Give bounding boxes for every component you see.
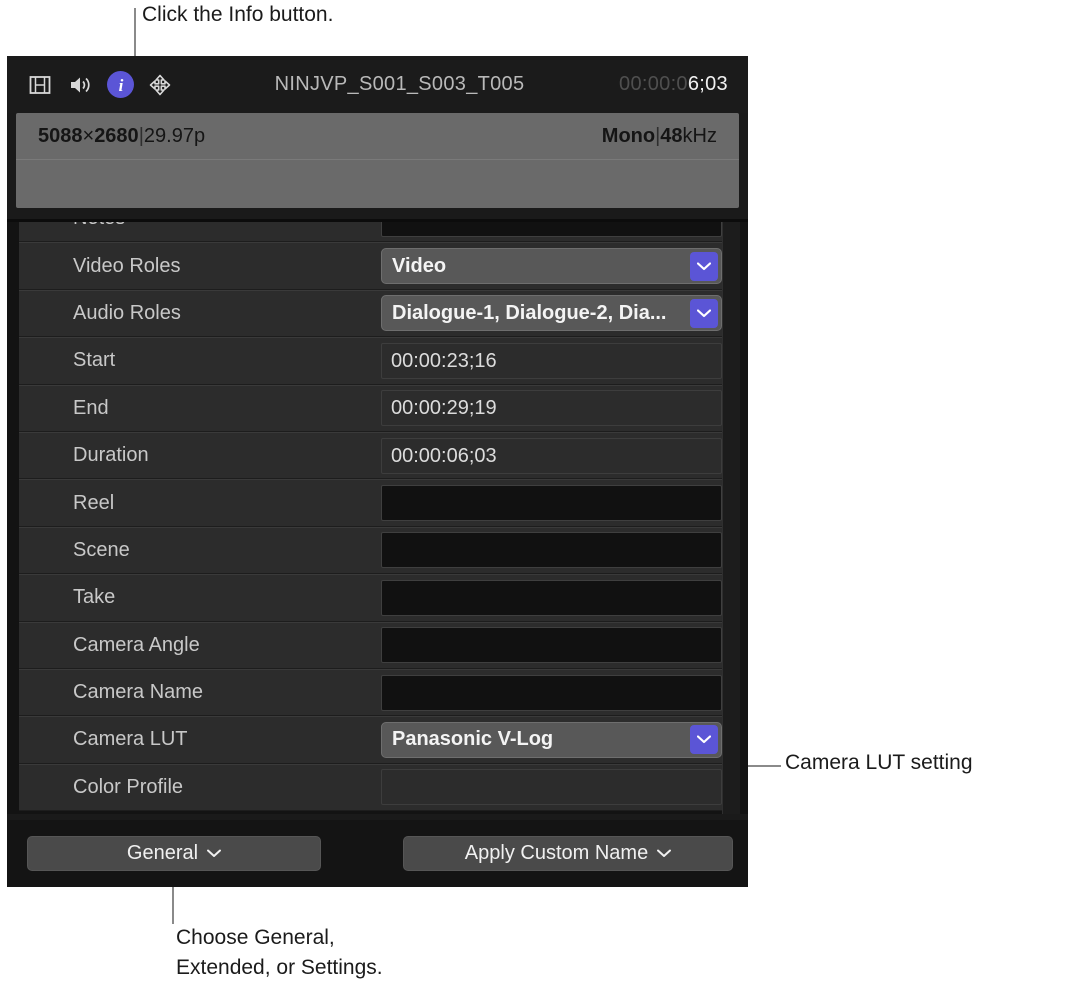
chevron-down-icon[interactable] xyxy=(690,298,718,328)
property-row: Camera Name xyxy=(19,668,726,717)
property-label: Reel xyxy=(73,491,115,514)
property-row: Notes xyxy=(19,219,726,243)
apply-custom-name-label: Apply Custom Name xyxy=(464,842,649,864)
inspector-header-bar: i NINJVP_S001_S003_T005 00:00:06;03 xyxy=(7,56,748,113)
property-value-cell: Dialogue-1, Dialogue-2, Dia... xyxy=(381,295,722,332)
text-input-take[interactable] xyxy=(381,579,722,616)
property-label: Duration xyxy=(73,444,149,467)
callout-top-text: Click the Info button. xyxy=(142,3,334,26)
property-value-cell xyxy=(381,532,722,569)
property-label: End xyxy=(73,396,109,419)
property-row: Video Roles Video xyxy=(19,242,726,290)
callout-right-text: Camera LUT setting xyxy=(785,751,973,774)
property-value-cell: 00:00:29;19 xyxy=(381,390,722,427)
property-label: Video Roles xyxy=(73,254,181,277)
chevron-down-icon xyxy=(207,849,222,858)
property-value-cell: 00:00:06;03 xyxy=(381,437,722,474)
apply-custom-name-button[interactable]: Apply Custom Name xyxy=(403,836,733,871)
property-value-cell: 00:00:23;16 xyxy=(381,342,722,379)
film-strip-icon[interactable] xyxy=(25,70,55,100)
popup-menu-video-roles[interactable]: Video xyxy=(381,248,722,285)
chevron-down-icon[interactable] xyxy=(690,251,718,281)
popup-menu-audio-roles[interactable]: Dialogue-1, Dialogue-2, Dia... xyxy=(381,295,722,332)
property-value-cell xyxy=(381,769,722,806)
property-row: Camera LUT Panasonic V-Log xyxy=(19,716,726,764)
speaker-icon[interactable] xyxy=(66,70,96,100)
property-value-cell xyxy=(381,485,722,522)
chevron-down-icon xyxy=(657,849,672,858)
video-format-summary: 5088×2680|29.97p xyxy=(38,125,205,148)
property-row: Reel xyxy=(19,479,726,527)
property-row: Duration 00:00:06;03 xyxy=(19,431,726,480)
video-framerate: 29.97p xyxy=(143,124,206,147)
property-value-cell xyxy=(381,579,722,616)
property-row: Take xyxy=(19,574,726,622)
audio-rate-unit: kHz xyxy=(682,124,717,147)
property-value-cell: Video xyxy=(381,248,722,285)
info-inspector-window: i NINJVP_S001_S003_T005 00:00:06;03 5088… xyxy=(7,56,748,887)
text-input-scene[interactable] xyxy=(381,532,722,569)
chevron-down-icon[interactable] xyxy=(690,725,718,755)
popup-menu-value: Video xyxy=(392,254,447,277)
popup-menu-value: Dialogue-1, Dialogue-2, Dia... xyxy=(392,301,667,324)
video-height: 2680 xyxy=(94,124,139,147)
timecode-display: 00:00:06;03 xyxy=(619,73,728,96)
info-icon[interactable]: i xyxy=(107,71,134,98)
property-row: Camera Angle xyxy=(19,621,726,669)
media-format-empty-row xyxy=(16,160,739,207)
media-format-panel: 5088×2680|29.97p Mono|48kHz xyxy=(16,113,739,208)
general-button-label: General xyxy=(126,842,199,864)
property-row: Color Profile xyxy=(19,763,726,812)
timecode-bright-part: 6;03 xyxy=(687,73,728,95)
timecode-dim-part: 00:00:0 xyxy=(619,73,688,95)
property-value-cell xyxy=(381,674,722,711)
callout-bottom-text: Choose General, Extended, or Settings. xyxy=(176,926,383,979)
property-label: Audio Roles xyxy=(73,301,181,324)
property-row: Scene xyxy=(19,526,726,575)
video-width: 5088 xyxy=(38,124,83,147)
value-start[interactable]: 00:00:23;16 xyxy=(381,342,722,379)
value-color-profile[interactable] xyxy=(381,769,722,806)
property-row: Start 00:00:23;16 xyxy=(19,337,726,385)
audio-rate-number: 48 xyxy=(660,124,683,147)
property-label: Camera Name xyxy=(73,681,204,704)
inspector-bottom-toolbar: General Apply Custom Name xyxy=(7,820,748,887)
general-popup-button[interactable]: General xyxy=(27,836,321,871)
property-row: Audio Roles Dialogue-1, Dialogue-2, Dia..… xyxy=(19,289,726,338)
property-label: Camera Angle xyxy=(73,633,200,656)
property-label: Camera LUT xyxy=(73,728,188,751)
properties-list: Notes Video Roles Video Audio Roles Dialogue… xyxy=(19,219,726,812)
property-label: Take xyxy=(73,586,116,609)
property-label: Scene xyxy=(73,538,130,561)
vertical-scrollbar[interactable] xyxy=(722,219,740,814)
text-input-reel[interactable] xyxy=(381,485,722,522)
popup-menu-value: Panasonic V-Log xyxy=(392,728,554,751)
property-row: End 00:00:29;19 xyxy=(19,384,726,432)
media-format-row: 5088×2680|29.97p Mono|48kHz xyxy=(16,113,739,160)
property-value-cell: Panasonic V-Log xyxy=(381,721,722,758)
property-value-cell xyxy=(381,627,722,664)
property-label: Start xyxy=(73,349,116,372)
times-symbol: × xyxy=(82,124,95,147)
scroll-top-shadow xyxy=(7,219,748,222)
svg-text:i: i xyxy=(118,76,123,95)
value-duration[interactable]: 00:00:06;03 xyxy=(381,437,722,474)
audio-channels: Mono xyxy=(601,124,656,147)
text-input-camera-angle[interactable] xyxy=(381,627,722,664)
properties-scroll-region[interactable]: Notes Video Roles Video Audio Roles Dialogue… xyxy=(7,219,748,814)
callout-leader-line-bottom xyxy=(172,884,174,924)
value-end[interactable]: 00:00:29;19 xyxy=(381,390,722,427)
text-input-camera-name[interactable] xyxy=(381,674,722,711)
popup-menu-camera-lut[interactable]: Panasonic V-Log xyxy=(381,721,722,758)
property-label: Color Profile xyxy=(73,775,184,798)
audio-format-summary: Mono|48kHz xyxy=(602,125,717,148)
share-icon[interactable] xyxy=(145,70,175,100)
clip-title: NINJVP_S001_S003_T005 xyxy=(274,73,525,95)
